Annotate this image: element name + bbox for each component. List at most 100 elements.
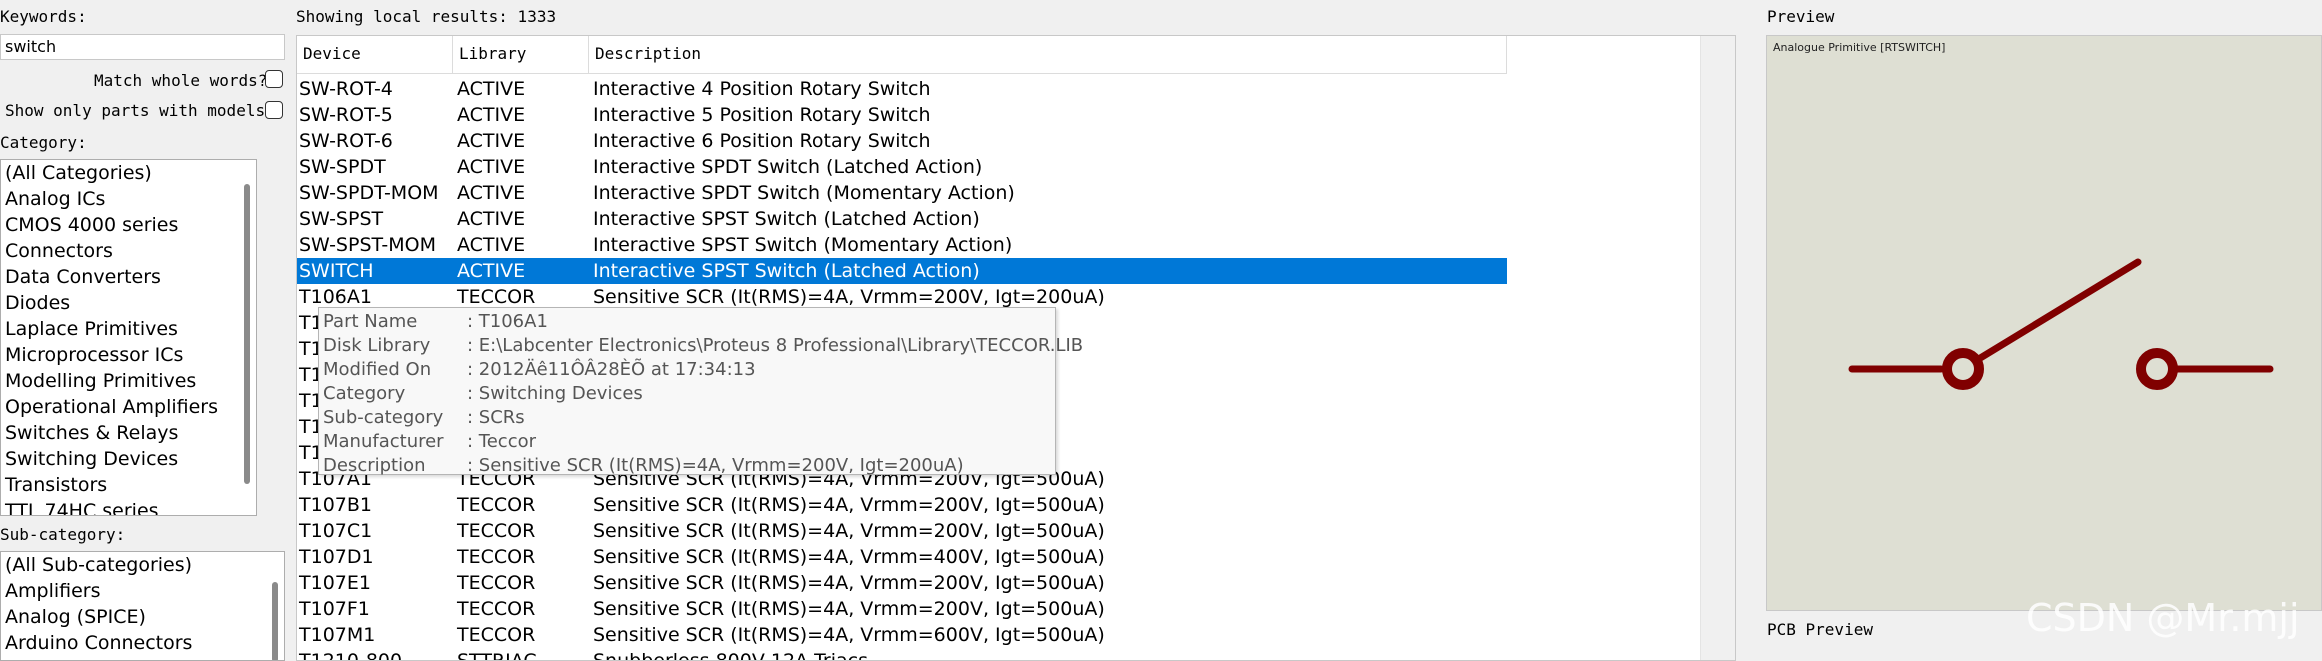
result-row[interactable]: T1210-800 STTRIAC Snubberless 800V 12A Tri… [297,648,1507,660]
result-row[interactable]: T107D1 TECCOR Sensitive SCR (It(RMS)=4A, V… [297,544,1507,570]
cell-library: ACTIVE [457,182,526,204]
cell-library: TECCOR [457,494,536,516]
tooltip-key: Sub-category [323,407,444,428]
category-item[interactable]: Switching Devices [1,446,256,472]
cell-description: Interactive 4 Position Rotary Switch [593,78,931,100]
keywords-input[interactable]: switch [0,34,285,60]
category-item[interactable]: TTL 74HC series [1,498,256,515]
tooltip-value: : SCRs [467,407,525,428]
category-list[interactable]: (All Categories) Analog ICs CMOS 4000 seri… [0,159,257,516]
result-row[interactable]: T107C1 TECCOR Sensitive SCR (It(RMS)=4A, V… [297,518,1507,544]
category-item[interactable]: Laplace Primitives [1,316,256,342]
cell-library: TECCOR [457,624,536,646]
pcb-preview-label: PCB Preview [1767,620,1873,639]
category-item[interactable]: Connectors [1,238,256,264]
subcategory-item[interactable]: (All Sub-categories) [1,552,284,578]
result-row[interactable]: SWITCH ACTIVE Interactive SPST Switch (Lat… [297,258,1507,284]
results-scrollbar[interactable] [1700,36,1735,660]
cell-description: Interactive SPST Switch (Latched Action) [593,208,980,230]
cell-device: T107F1 [299,598,370,620]
category-item[interactable]: CMOS 4000 series [1,212,256,238]
category-item[interactable]: Microprocessor ICs [1,342,256,368]
category-item[interactable]: (All Categories) [1,160,256,186]
cell-device: SWITCH [299,260,374,282]
only-models-checkbox[interactable] [265,101,283,119]
tooltip-value: : T106A1 [467,311,548,332]
subcategory-item[interactable]: Amplifiers [1,578,284,604]
cell-library: ACTIVE [457,156,526,178]
subcategory-list[interactable]: (All Sub-categories) Amplifiers Analog (SP… [0,551,285,661]
part-info-tooltip: Part Name: T106A1 Disk Library: E:\Labcen… [318,307,1083,478]
result-row[interactable]: T107F1 TECCOR Sensitive SCR (It(RMS)=4A, V… [297,596,1507,622]
tooltip-key: Modified On [323,359,432,380]
tooltip-value: : Teccor [467,431,537,452]
cell-library: ACTIVE [457,104,526,126]
keywords-label: Keywords: [0,7,87,26]
category-item[interactable]: Data Converters [1,264,256,290]
cell-device: SW-SPDT [299,156,386,178]
cell-device: T107D1 [299,546,374,568]
tooltip-value: : Switching Devices [467,383,643,404]
cell-library: TECCOR [457,598,536,620]
cell-description: Interactive 6 Position Rotary Switch [593,130,931,152]
category-scrollbar[interactable] [244,184,250,484]
cell-library: ACTIVE [457,208,526,230]
result-row[interactable]: SW-SPDT-MOM ACTIVE Interactive SPDT Switch… [297,180,1507,206]
tooltip-key: Part Name [323,311,418,332]
category-item[interactable]: Analog ICs [1,186,256,212]
result-row[interactable]: SW-ROT-6 ACTIVE Interactive 6 Position Rot… [297,128,1507,154]
category-item[interactable]: Switches & Relays [1,420,256,446]
category-item[interactable]: Operational Amplifiers [1,394,256,420]
tooltip-value: : 2012Äê11ÔÂ28ÈÕ at 17:34:13 [467,359,756,380]
subcategory-item[interactable]: Arduino Connectors [1,630,284,656]
column-header-device[interactable]: Device [297,36,453,74]
result-row[interactable]: T107E1 TECCOR Sensitive SCR (It(RMS)=4A, V… [297,570,1507,596]
result-row[interactable]: SW-SPDT ACTIVE Interactive SPDT Switch (La… [297,154,1507,180]
match-whole-checkbox[interactable] [265,70,283,88]
category-label: Category: [0,133,87,152]
result-row[interactable]: SW-ROT-5 ACTIVE Interactive 5 Position Rot… [297,102,1507,128]
cell-description: Sensitive SCR (It(RMS)=4A, Vrmm=200V, Ig… [593,494,1105,516]
result-row[interactable]: SW-SPST ACTIVE Interactive SPST Switch (La… [297,206,1507,232]
cell-library: TECCOR [457,572,536,594]
category-item[interactable]: Modelling Primitives [1,368,256,394]
cell-description: Sensitive SCR (It(RMS)=4A, Vrmm=200V, Ig… [593,572,1105,594]
match-whole-label: Match whole words? [94,71,268,90]
subcategory-label: Sub-category: [0,525,126,544]
tooltip-key: Description [323,455,426,476]
tooltip-field: Description : Sensitive SCR (It(RMS)=4A, … [323,454,964,478]
column-header-description[interactable]: Description [589,36,1507,74]
cell-library: ACTIVE [457,234,526,256]
cell-description: Sensitive SCR (It(RMS)=4A, Vrmm=200V, Ig… [593,520,1105,542]
watermark: CSDN @Mr.mjj [2026,596,2300,640]
cell-device: SW-ROT-6 [299,130,393,152]
column-header-library[interactable]: Library [453,36,589,74]
category-item[interactable]: Diodes [1,290,256,316]
cell-device: SW-ROT-4 [299,78,393,100]
cell-description: Sensitive SCR (It(RMS)=4A, Vrmm=200V, Ig… [593,598,1105,620]
tooltip-field: Sub-category : SCRs [323,406,525,430]
cell-device: SW-ROT-5 [299,104,393,126]
cell-device: SW-SPST [299,208,384,230]
tooltip-field: Modified On : 2012Äê11ÔÂ28ÈÕ at 17:34:13 [323,358,756,382]
cell-library: ACTIVE [457,130,526,152]
switch-symbol [1848,258,2274,390]
result-row[interactable]: SW-SPST-MOM ACTIVE Interactive SPST Switch… [297,232,1507,258]
preview-panel: Analogue Primitive [RTSWITCH] [1766,35,2322,611]
cell-description: Sensitive SCR (It(RMS)=4A, Vrmm=400V, Ig… [593,546,1105,568]
cell-device: SW-SPDT-MOM [299,182,439,204]
tooltip-field: Manufacturer: Teccor [323,430,536,454]
cell-description: Interactive SPST Switch (Latched Action) [593,260,980,282]
tooltip-field: Part Name : T106A1 [323,310,548,334]
subcategory-item[interactable]: Analog (SPICE) [1,604,284,630]
tooltip-value: : Sensitive SCR (It(RMS)=4A, Vrmm=200V, … [467,455,964,476]
category-item[interactable]: Transistors [1,472,256,498]
result-row[interactable]: T107B1 TECCOR Sensitive SCR (It(RMS)=4A, V… [297,492,1507,518]
result-row[interactable]: T107M1 TECCOR Sensitive SCR (It(RMS)=4A, V… [297,622,1507,648]
cell-library: ACTIVE [457,78,526,100]
result-row[interactable]: SW-ROT-4 ACTIVE Interactive 4 Position Rot… [297,76,1507,102]
cell-device: T107B1 [299,494,372,516]
results-summary: Showing local results: 1333 [296,7,557,26]
preview-label: Preview [1767,7,1835,26]
subcategory-scrollbar[interactable] [272,582,278,660]
